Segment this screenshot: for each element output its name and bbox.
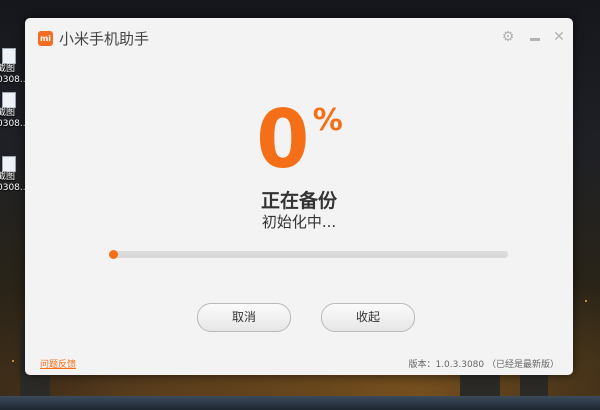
desktop-file-label: 0308... [0,119,29,129]
desktop-file-label: 截图 [0,108,16,118]
backup-progress-bar [109,250,508,259]
backup-status-detail: 初始化中... [261,213,337,231]
close-icon[interactable]: ✕ [551,29,567,45]
taskbar[interactable] [0,396,600,410]
cancel-button[interactable]: 取消 [197,303,291,332]
backup-status-title: 正在备份 [260,190,337,212]
wallpaper-light [585,300,587,302]
desktop-file-label: 截图 [0,172,16,182]
collapse-button[interactable]: 收起 [321,303,415,332]
image-file-icon [2,92,16,108]
desktop-file-icon[interactable]: 截图 0308... [0,48,29,86]
percent-sign: % [312,103,343,138]
app-title: 小米手机助手 [59,30,150,48]
image-file-icon [2,48,16,64]
version-label: 版本：1.0.3.3080 （已经是最新版） [408,360,559,370]
wallpaper-light [12,360,14,362]
desktop-file-icon[interactable]: 截图 0308... [0,92,29,130]
title-bar[interactable]: mi 小米手机助手 ⚙ ✕ [25,18,573,58]
app-window: mi 小米手机助手 ⚙ ✕ 0% 正在备份 初始化中... 取消 收起 问题反馈… [25,18,573,375]
backup-progress-fill [109,250,118,259]
progress-percentage: 0% [25,100,573,180]
image-file-icon [2,156,16,172]
desktop-file-icon[interactable]: 截图 0308... [0,156,29,194]
feedback-link[interactable]: 问题反馈 [40,357,76,370]
progress-percentage-value: 0 [256,93,310,186]
settings-gear-icon[interactable]: ⚙ [500,29,516,45]
minimize-icon[interactable] [527,29,543,45]
desktop-file-label: 0308... [0,183,29,193]
desktop-file-label: 截图 [0,64,16,74]
desktop-file-label: 0308... [0,75,29,85]
mi-logo-icon: mi [38,31,53,46]
